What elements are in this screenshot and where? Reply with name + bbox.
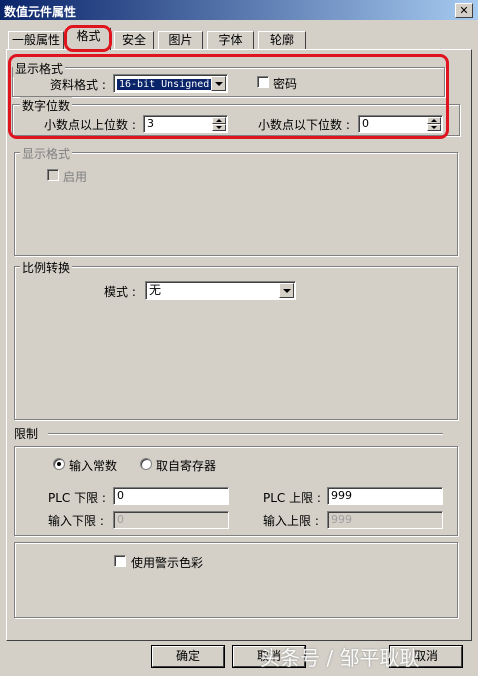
- input-low-input[interactable]: 0: [113, 511, 229, 529]
- watermark-text: 头条号 / 邹平耿耿: [260, 646, 420, 670]
- input-low-label: 输入下限 :: [48, 514, 104, 528]
- format-highlight-annotation: [8, 54, 449, 139]
- tab-font[interactable]: 字体: [207, 31, 254, 49]
- limits-legend: 限制: [14, 427, 39, 441]
- input-high-input[interactable]: 999: [327, 511, 443, 529]
- limits-divider: [48, 433, 443, 435]
- mode-select[interactable]: 无: [145, 281, 296, 300]
- plc-high-label: PLC 上限 :: [263, 491, 321, 505]
- tab-highlight-annotation: [64, 25, 112, 52]
- mode-label: 模式 :: [104, 285, 136, 299]
- enable-checkbox[interactable]: [47, 169, 59, 181]
- chevron-down-icon[interactable]: [279, 283, 294, 298]
- tab-picture[interactable]: 图片: [158, 31, 203, 49]
- enable-label: 启用: [63, 170, 88, 184]
- input-high-label: 输入上限 :: [263, 514, 319, 528]
- register-radio-label: 取自寄存器: [156, 459, 217, 473]
- warning-color-checkbox[interactable]: [114, 555, 126, 567]
- plc-high-input[interactable]: 999: [327, 487, 443, 505]
- close-button[interactable]: ✕: [455, 3, 473, 18]
- plc-low-input[interactable]: 0: [113, 487, 229, 505]
- plc-low-label: PLC 下限 :: [48, 491, 106, 505]
- tab-general[interactable]: 一般属性: [8, 31, 64, 49]
- warning-color-label: 使用警示色彩: [131, 556, 204, 570]
- display-format2-legend: 显示格式: [20, 145, 73, 162]
- register-radio[interactable]: [140, 458, 152, 470]
- tab-outline[interactable]: 轮廓: [258, 31, 306, 49]
- const-radio[interactable]: [53, 458, 65, 470]
- const-radio-label: 输入常数: [69, 459, 118, 473]
- mode-value: 无: [149, 283, 162, 297]
- tab-security[interactable]: 安全: [114, 31, 154, 49]
- warning-group: [14, 542, 458, 618]
- window-title: 数值元件属性: [4, 5, 77, 19]
- scaling-legend: 比例转换: [20, 259, 73, 276]
- ok-button[interactable]: 确定: [152, 646, 224, 667]
